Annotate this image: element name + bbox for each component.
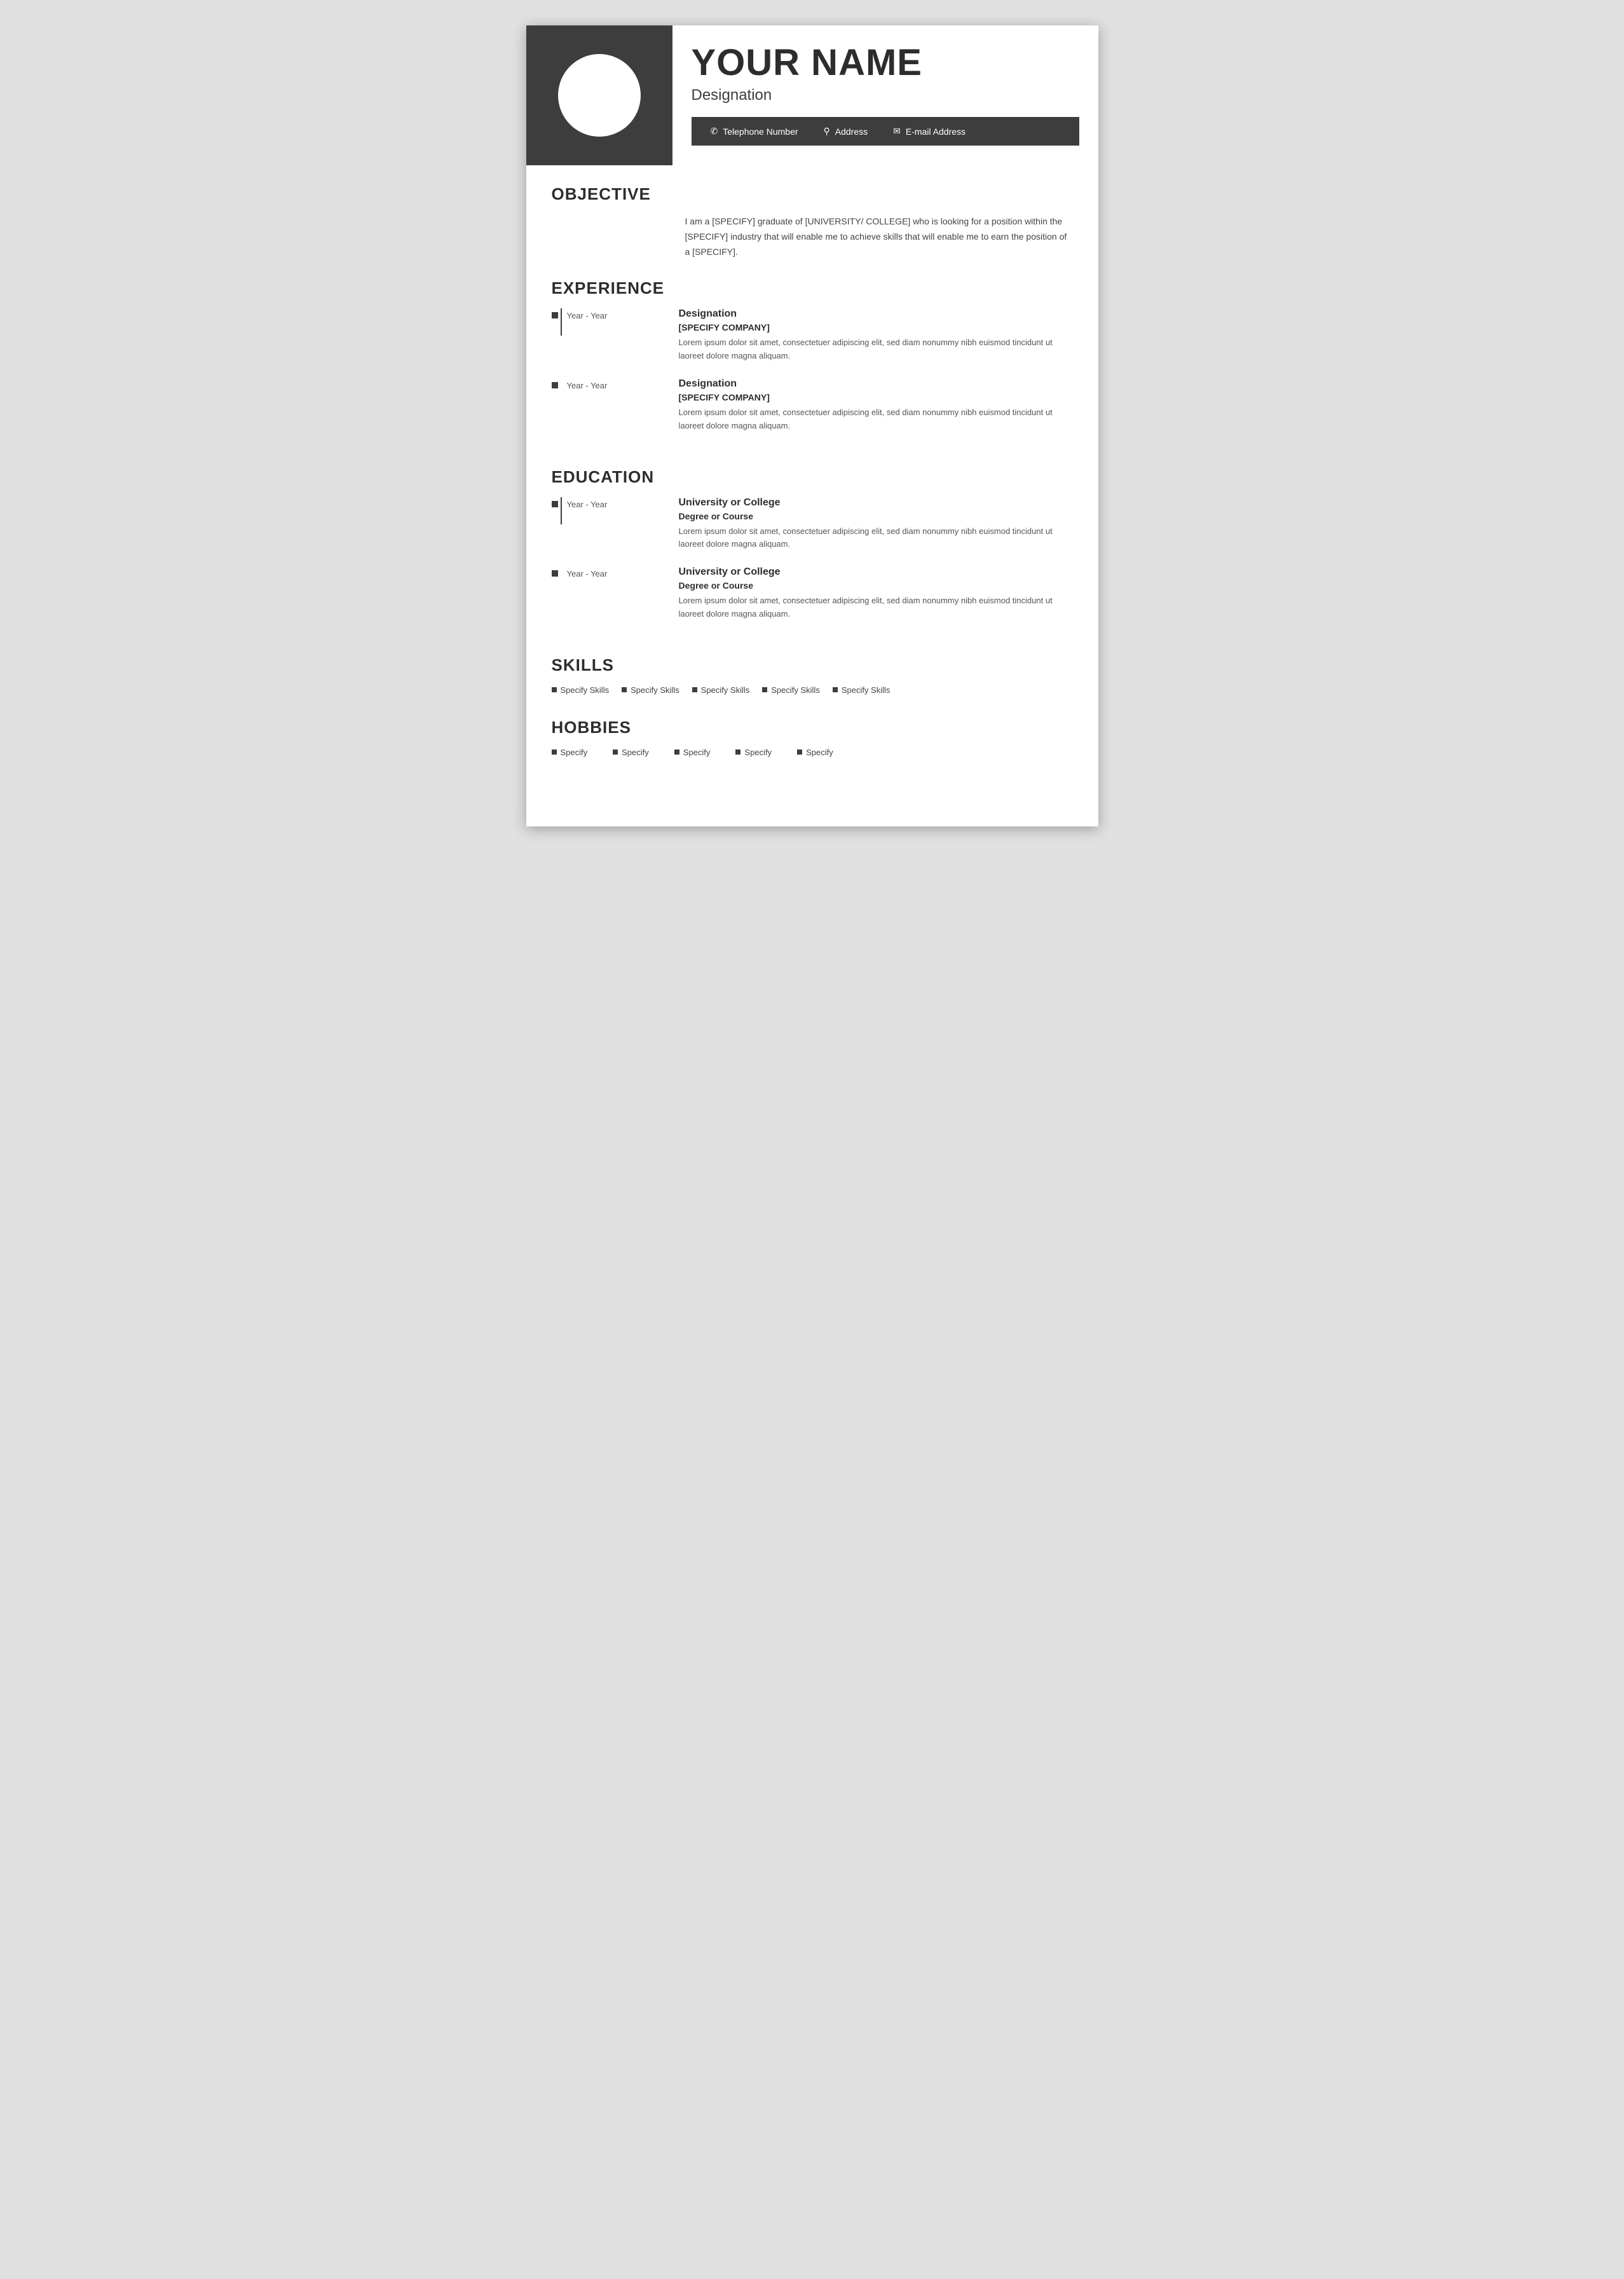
exp2-desc: Lorem ipsum dolor sit amet, consectetuer… [679, 406, 1073, 433]
edu2-degree: Degree or Course [679, 580, 1073, 591]
objective-section: OBJECTIVE I am a [SPECIFY] graduate of [… [552, 184, 1073, 259]
hobbies-list: Specify Specify Specify Specify Specify [552, 748, 1073, 761]
hobby-dot-5 [797, 749, 802, 755]
hobby-label-5: Specify [806, 748, 833, 757]
exp1-years: Year - Year [564, 311, 608, 320]
objective-title: OBJECTIVE [552, 184, 1073, 204]
exp2-company: [SPECIFY COMPANY] [679, 392, 1073, 402]
hobby-item-3: Specify [674, 748, 711, 757]
skills-title: SKILLS [552, 655, 1073, 675]
resume-page: YOUR NAME Designation Telephone Number ⚲… [526, 25, 1098, 826]
address-text: Address [835, 127, 868, 137]
skill-dot-3 [692, 687, 697, 692]
hobby-item-1: Specify [552, 748, 588, 757]
hobbies-section: HOBBIES Specify Specify Specify Specify [552, 718, 1073, 761]
education-entries: Year - Year University or College Degree… [552, 497, 1073, 636]
hobby-label-4: Specify [744, 748, 772, 757]
objective-text: I am a [SPECIFY] graduate of [UNIVERSITY… [685, 214, 1073, 259]
education-entry-2: Year - Year University or College Degree… [552, 566, 1073, 621]
edu1-line [561, 497, 562, 524]
contact-address: ⚲ Address [824, 126, 868, 137]
hobby-item-2: Specify [613, 748, 649, 757]
header-info: YOUR NAME Designation Telephone Number ⚲… [672, 25, 1098, 165]
edu1-dot [552, 501, 558, 507]
skill-dot-2 [622, 687, 627, 692]
hobby-item-4: Specify [735, 748, 772, 757]
skill-dot-4 [762, 687, 767, 692]
edu2-year-col: Year - Year [552, 566, 679, 578]
skill-label-1: Specify Skills [561, 685, 610, 695]
exp1-designation: Designation [679, 308, 1073, 320]
skill-label-5: Specify Skills [842, 685, 890, 695]
experience-entry-2: Year - Year Designation [SPECIFY COMPANY… [552, 378, 1073, 433]
edu1-degree: Degree or Course [679, 511, 1073, 521]
exp1-line [561, 308, 562, 336]
skill-item-3: Specify Skills [692, 685, 750, 695]
skill-item-5: Specify Skills [833, 685, 890, 695]
edu2-desc: Lorem ipsum dolor sit amet, consectetuer… [679, 594, 1073, 621]
exp1-desc: Lorem ipsum dolor sit amet, consectetuer… [679, 336, 1073, 363]
hobby-dot-3 [674, 749, 679, 755]
education-entry-1: Year - Year University or College Degree… [552, 497, 1073, 552]
edu1-content: University or College Degree or Course L… [679, 497, 1073, 552]
hobby-label-3: Specify [683, 748, 711, 757]
skill-dot-5 [833, 687, 838, 692]
contact-email: E-mail Address [893, 126, 966, 137]
education-title: EDUCATION [552, 467, 1073, 487]
experience-title: EXPERIENCE [552, 278, 1073, 298]
exp1-content: Designation [SPECIFY COMPANY] Lorem ipsu… [679, 308, 1073, 363]
edu2-dot [552, 570, 558, 577]
skill-item-1: Specify Skills [552, 685, 610, 695]
header: YOUR NAME Designation Telephone Number ⚲… [526, 25, 1098, 165]
objective-body: I am a [SPECIFY] graduate of [UNIVERSITY… [552, 214, 1073, 259]
skill-label-4: Specify Skills [771, 685, 820, 695]
exp2-year-col: Year - Year [552, 378, 679, 390]
exp1-company: [SPECIFY COMPANY] [679, 322, 1073, 332]
education-section: EDUCATION Year - Year University or Coll… [552, 467, 1073, 636]
experience-entries: Year - Year Designation [SPECIFY COMPANY… [552, 308, 1073, 448]
contact-phone: Telephone Number [711, 126, 798, 137]
hobbies-title: HOBBIES [552, 718, 1073, 737]
skill-dot-1 [552, 687, 557, 692]
experience-entry-1: Year - Year Designation [SPECIFY COMPANY… [552, 308, 1073, 363]
contact-bar: Telephone Number ⚲ Address E-mail Addres… [692, 117, 1079, 146]
header-photo-area [526, 25, 672, 165]
exp1-year-col: Year - Year [552, 308, 679, 320]
phone-icon [711, 126, 718, 137]
experience-section: EXPERIENCE Year - Year Designation [SPEC… [552, 278, 1073, 448]
edu1-year-col: Year - Year [552, 497, 679, 509]
exp1-dot [552, 312, 558, 318]
edu2-content: University or College Degree or Course L… [679, 566, 1073, 621]
location-icon: ⚲ [824, 126, 830, 137]
skills-list: Specify Skills Specify Skills Specify Sk… [552, 685, 1073, 699]
exp2-designation: Designation [679, 378, 1073, 390]
candidate-designation: Designation [692, 86, 1079, 104]
edu1-desc: Lorem ipsum dolor sit amet, consectetuer… [679, 525, 1073, 552]
hobby-dot-1 [552, 749, 557, 755]
hobby-label-1: Specify [561, 748, 588, 757]
skills-section: SKILLS Specify Skills Specify Skills Spe… [552, 655, 1073, 699]
hobby-item-5: Specify [797, 748, 833, 757]
avatar [558, 54, 641, 137]
skill-label-2: Specify Skills [631, 685, 679, 695]
email-text: E-mail Address [906, 127, 966, 137]
email-icon [893, 126, 901, 137]
phone-number: Telephone Number [723, 127, 798, 137]
skill-label-3: Specify Skills [701, 685, 750, 695]
skill-item-2: Specify Skills [622, 685, 679, 695]
candidate-name: YOUR NAME [692, 44, 1079, 81]
edu1-years: Year - Year [564, 500, 608, 509]
edu2-institution: University or College [679, 566, 1073, 578]
exp2-dot [552, 382, 558, 388]
hobby-label-2: Specify [622, 748, 649, 757]
main-content: OBJECTIVE I am a [SPECIFY] graduate of [… [526, 165, 1098, 799]
edu2-years: Year - Year [564, 569, 608, 578]
skill-item-4: Specify Skills [762, 685, 820, 695]
hobby-dot-4 [735, 749, 740, 755]
exp2-years: Year - Year [564, 381, 608, 390]
exp2-content: Designation [SPECIFY COMPANY] Lorem ipsu… [679, 378, 1073, 433]
hobby-dot-2 [613, 749, 618, 755]
edu1-institution: University or College [679, 497, 1073, 509]
